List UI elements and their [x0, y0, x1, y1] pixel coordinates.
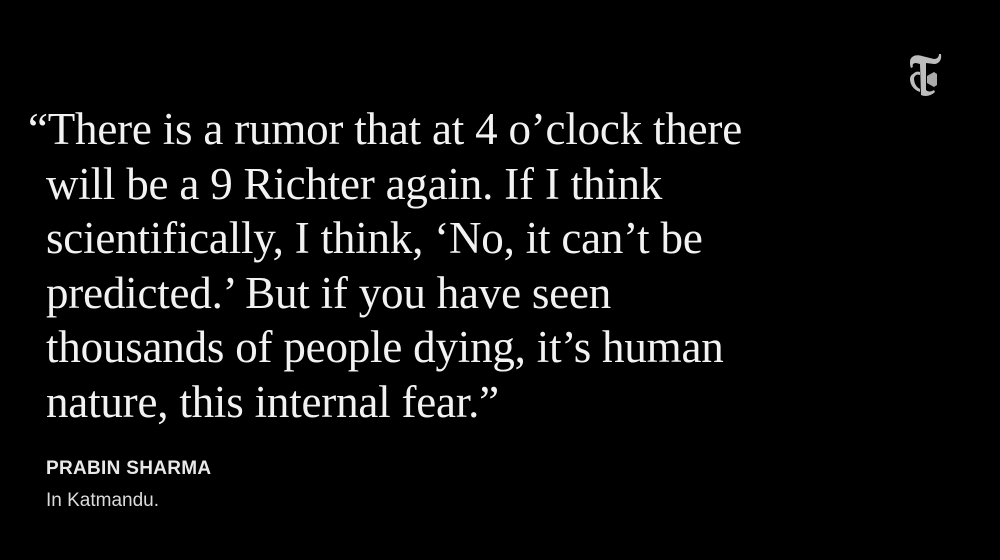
- attribution-location: In Katmandu.: [46, 490, 160, 511]
- quote-text: “There is a rumor that at 4 o’clock ther…: [28, 102, 888, 429]
- quote-line: “There is a rumor that at 4 o’clock ther…: [28, 104, 742, 154]
- quote-line: scientifically, I think, ‘No, it can’t b…: [46, 213, 703, 263]
- quote-card: “There is a rumor that at 4 o’clock ther…: [0, 0, 1000, 560]
- attribution-name: PRABIN SHARMA: [46, 458, 212, 479]
- quote-line: will be a 9 Richter again. If I think: [46, 158, 663, 209]
- quote-line: predicted.’ But if you have seen: [46, 267, 612, 318]
- nyt-t-logo-icon: [904, 52, 944, 98]
- quote-line: nature, this internal fear.”: [46, 376, 499, 427]
- quote-line: thousands of people dying, it’s human: [46, 322, 724, 372]
